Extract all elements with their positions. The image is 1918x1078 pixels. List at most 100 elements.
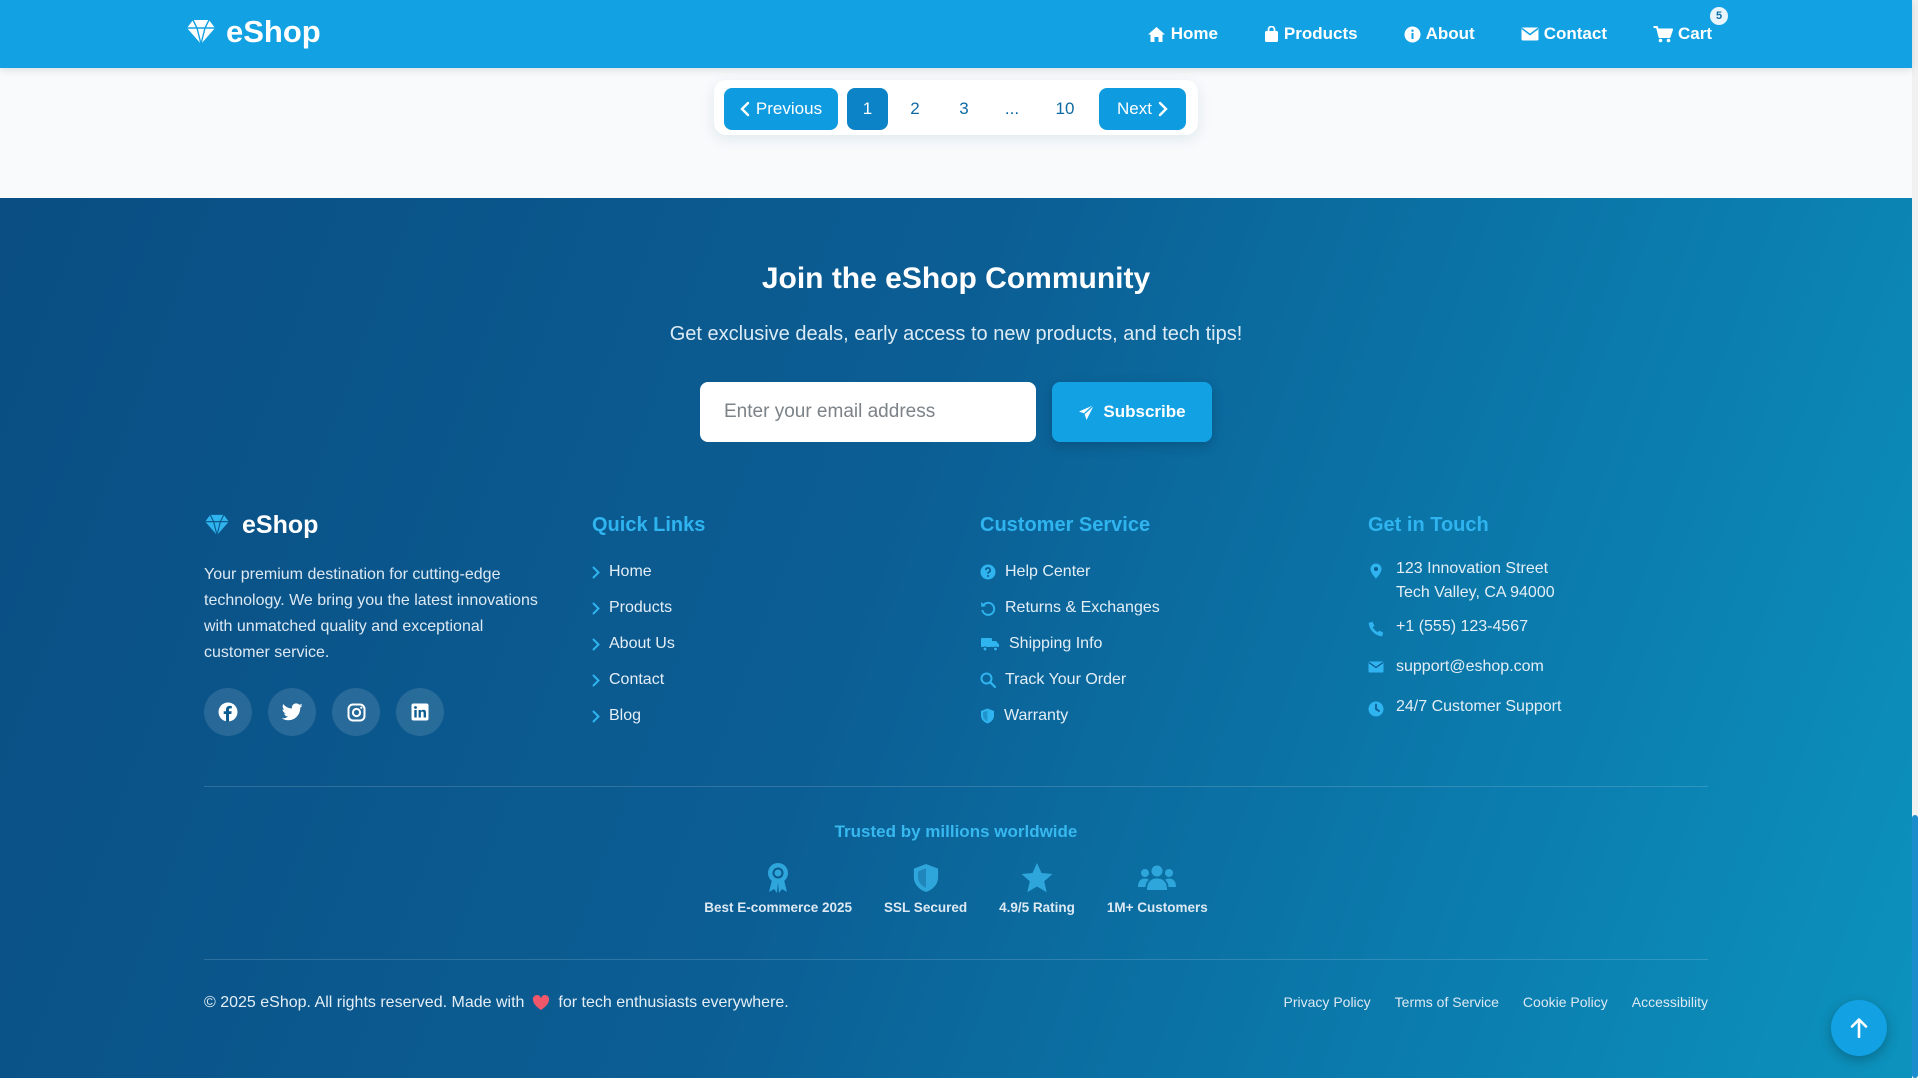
footer-brand[interactable]: eShop — [204, 508, 544, 542]
envelope-icon — [1521, 27, 1539, 41]
footer-divider — [204, 786, 1708, 787]
page-10-button[interactable]: 10 — [1040, 88, 1090, 130]
brand-logo[interactable]: eShop — [186, 14, 321, 50]
info-icon — [1404, 26, 1421, 42]
footer-link-label: Returns & Exchanges — [1005, 599, 1160, 616]
page-3-button[interactable]: 3 — [944, 88, 984, 130]
footer-link-track-order[interactable]: Track Your Order — [980, 662, 1160, 698]
trust-badge: Best E-commerce 2025 — [704, 862, 852, 915]
customer-service-list: Help Center Returns & Exchanges Shipping… — [980, 554, 1160, 734]
footer-link-label: About Us — [609, 635, 675, 652]
award-icon — [768, 863, 789, 893]
cookie-policy-link[interactable]: Cookie Policy — [1523, 994, 1608, 1010]
twitter-link[interactable] — [268, 688, 316, 736]
contact-phone[interactable]: +1 (555) 123-4567 — [1368, 618, 1561, 658]
instagram-link[interactable] — [332, 688, 380, 736]
address-line-1: 123 Innovation Street — [1396, 560, 1549, 577]
nav-about-label: About — [1425, 24, 1475, 43]
page-2-button[interactable]: 2 — [895, 88, 935, 130]
paper-plane-icon — [1079, 404, 1095, 420]
nav-home[interactable]: Home — [1147, 24, 1218, 44]
footer-link-contact[interactable]: Contact — [592, 662, 705, 698]
top-navbar: eShop Home Products About Contact Cart 5 — [0, 0, 1912, 68]
footer-link-label: Blog — [609, 707, 642, 724]
nav-cart[interactable]: Cart 5 — [1653, 7, 1728, 44]
truck-icon — [981, 637, 999, 651]
quick-links-list: Home Products About Us Contact Blog — [592, 554, 705, 734]
nav-contact[interactable]: Contact — [1521, 24, 1607, 44]
phone-icon — [1368, 621, 1384, 637]
terms-of-service-link[interactable]: Terms of Service — [1395, 994, 1499, 1010]
chevron-left-icon — [740, 101, 750, 117]
newsletter-email-input[interactable] — [700, 382, 1036, 442]
clock-icon — [1368, 701, 1384, 717]
nav-about[interactable]: About — [1404, 24, 1475, 44]
facebook-icon — [218, 702, 238, 722]
quick-links-heading: Quick Links — [592, 514, 706, 536]
linkedin-link[interactable] — [396, 688, 444, 736]
instagram-icon — [347, 703, 365, 721]
footer-link-label: Help Center — [1005, 563, 1091, 580]
quick-links-column: Quick Links Home Products About Us Conta… — [592, 508, 705, 734]
cart-icon — [1653, 25, 1673, 42]
nav-contact-label: Contact — [1543, 24, 1607, 43]
question-circle-icon — [980, 564, 996, 580]
scrollbar-thumb[interactable] — [1912, 815, 1918, 1078]
footer-description: Your premium destination for cutting-edg… — [204, 566, 538, 661]
footer-link-label: Products — [609, 599, 673, 616]
chevron-right-icon — [1158, 101, 1168, 117]
linkedin-icon — [411, 703, 429, 721]
footer-link-returns[interactable]: Returns & Exchanges — [980, 590, 1160, 626]
arrow-up-icon — [1850, 1018, 1868, 1038]
diamond-icon — [187, 19, 215, 45]
footer-brand-column: eShop Your premium destination for cutti… — [204, 508, 544, 736]
footer-link-shipping[interactable]: Shipping Info — [980, 626, 1160, 662]
next-page-button[interactable]: Next — [1099, 88, 1186, 130]
trust-badge-label: SSL Secured — [884, 900, 968, 915]
contact-phone-text: +1 (555) 123-4567 — [1396, 618, 1529, 635]
main-nav: Home Products About Contact Cart 5 — [1147, 0, 1728, 68]
contact-column: Get in Touch 123 Innovation Street Tech … — [1368, 508, 1561, 738]
nav-products[interactable]: Products — [1264, 24, 1358, 44]
shield-icon — [981, 708, 994, 724]
footer-link-products[interactable]: Products — [592, 590, 705, 626]
page-1-button[interactable]: 1 — [847, 88, 888, 130]
trust-badge-label: Best E-commerce 2025 — [704, 900, 853, 915]
envelope-icon — [1368, 661, 1384, 673]
privacy-policy-link[interactable]: Privacy Policy — [1284, 994, 1371, 1010]
home-icon — [1147, 26, 1165, 42]
accessibility-link[interactable]: Accessibility — [1632, 994, 1708, 1010]
next-label: Next — [1117, 99, 1152, 118]
footer-link-blog[interactable]: Blog — [592, 698, 705, 734]
cart-count-badge: 5 — [1710, 7, 1728, 25]
footer-link-about-us[interactable]: About Us — [592, 626, 705, 662]
contact-heading: Get in Touch — [1368, 514, 1489, 536]
trust-badge-label: 4.9/5 Rating — [999, 900, 1075, 915]
subscribe-button[interactable]: Subscribe — [1052, 382, 1212, 442]
previous-page-button[interactable]: Previous — [724, 88, 838, 130]
contact-support: 24/7 Customer Support — [1368, 698, 1561, 738]
facebook-link[interactable] — [204, 688, 252, 736]
chevron-right-icon — [592, 602, 600, 614]
footer-divider — [204, 959, 1708, 960]
twitter-icon — [281, 703, 303, 721]
page-scrollbar[interactable] — [1912, 0, 1918, 1078]
search-icon — [980, 672, 996, 688]
nav-home-label: Home — [1170, 24, 1218, 43]
footer-link-label: Warranty — [1004, 707, 1069, 724]
contact-email[interactable]: support@eshop.com — [1368, 658, 1561, 698]
address-line-2: Tech Valley, CA 94000 — [1396, 584, 1555, 601]
undo-icon — [981, 601, 996, 616]
heart-icon — [533, 995, 550, 1010]
map-pin-icon — [1370, 563, 1382, 579]
footer-link-warranty[interactable]: Warranty — [980, 698, 1160, 734]
star-icon — [1021, 863, 1053, 893]
trust-badge-label: 1M+ Customers — [1106, 900, 1208, 915]
footer-link-label: Home — [609, 563, 652, 580]
contact-email-text: support@eshop.com — [1396, 658, 1544, 675]
footer-link-home[interactable]: Home — [592, 554, 705, 590]
footer-link-help-center[interactable]: Help Center — [980, 554, 1160, 590]
contact-support-text: 24/7 Customer Support — [1396, 698, 1562, 715]
back-to-top-button[interactable] — [1831, 1000, 1887, 1056]
footer-link-label: Contact — [609, 671, 665, 688]
